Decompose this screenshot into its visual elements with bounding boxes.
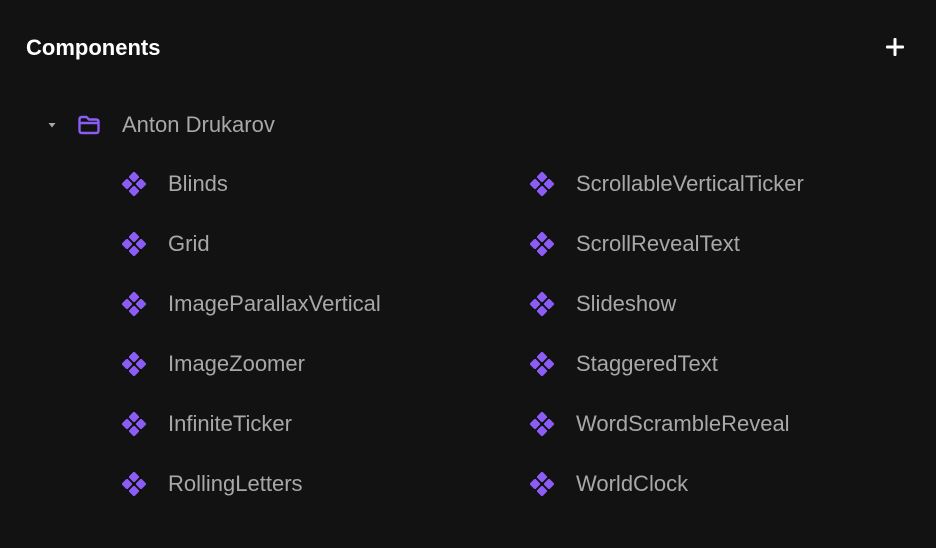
component-icon xyxy=(120,290,148,318)
components-panel: Components Anton Drukarov Blinds Scrolla… xyxy=(0,0,936,548)
component-item-rollingletters[interactable]: RollingLetters xyxy=(120,464,528,504)
component-item-blinds[interactable]: Blinds xyxy=(120,164,528,204)
component-label: WorldClock xyxy=(576,471,689,496)
plus-icon xyxy=(886,38,904,56)
component-item-scrollrevealtext[interactable]: ScrollRevealText xyxy=(528,224,900,264)
component-icon xyxy=(120,470,148,498)
component-icon xyxy=(120,230,148,258)
add-component-button[interactable] xyxy=(880,32,910,62)
component-item-wordscramblereveal[interactable]: WordScrambleReveal xyxy=(528,404,900,444)
component-item-imageparallaxvertical[interactable]: ImageParallaxVertical xyxy=(120,284,528,324)
component-label: Blinds xyxy=(168,171,228,196)
component-label: WordScrambleReveal xyxy=(576,411,790,436)
component-label: StaggeredText xyxy=(576,351,718,376)
caret-down-icon[interactable] xyxy=(40,113,64,137)
component-label: ImageParallaxVertical xyxy=(168,291,381,316)
component-label: Slideshow xyxy=(576,291,677,316)
component-icon xyxy=(528,410,556,438)
component-item-imagezoomer[interactable]: ImageZoomer xyxy=(120,344,528,384)
component-label: RollingLetters xyxy=(168,471,303,496)
component-label: ImageZoomer xyxy=(168,351,305,376)
panel-header: Components xyxy=(26,28,910,68)
component-label: ScrollableVerticalTicker xyxy=(576,171,804,196)
component-item-staggeredtext[interactable]: StaggeredText xyxy=(528,344,900,384)
component-icon xyxy=(120,170,148,198)
component-icon xyxy=(528,170,556,198)
component-item-grid[interactable]: Grid xyxy=(120,224,528,264)
components-list: Blinds ScrollableVerticalTicker Grid Scr… xyxy=(120,164,900,524)
component-item-infiniteticker[interactable]: InfiniteTicker xyxy=(120,404,528,444)
folder-row[interactable]: Anton Drukarov xyxy=(40,106,275,144)
panel-title: Components xyxy=(26,35,161,60)
component-label: Grid xyxy=(168,231,210,256)
component-icon xyxy=(528,350,556,378)
component-icon xyxy=(528,290,556,318)
component-icon xyxy=(528,470,556,498)
component-icon xyxy=(120,410,148,438)
component-label: InfiniteTicker xyxy=(168,411,292,436)
component-item-scrollableverticalticker[interactable]: ScrollableVerticalTicker xyxy=(528,164,900,204)
component-item-worldclock[interactable]: WorldClock xyxy=(528,464,900,504)
component-icon xyxy=(120,350,148,378)
folder-label: Anton Drukarov xyxy=(122,112,275,137)
component-icon xyxy=(528,230,556,258)
folder-icon xyxy=(76,112,102,138)
component-label: ScrollRevealText xyxy=(576,231,740,256)
component-item-slideshow[interactable]: Slideshow xyxy=(528,284,900,324)
